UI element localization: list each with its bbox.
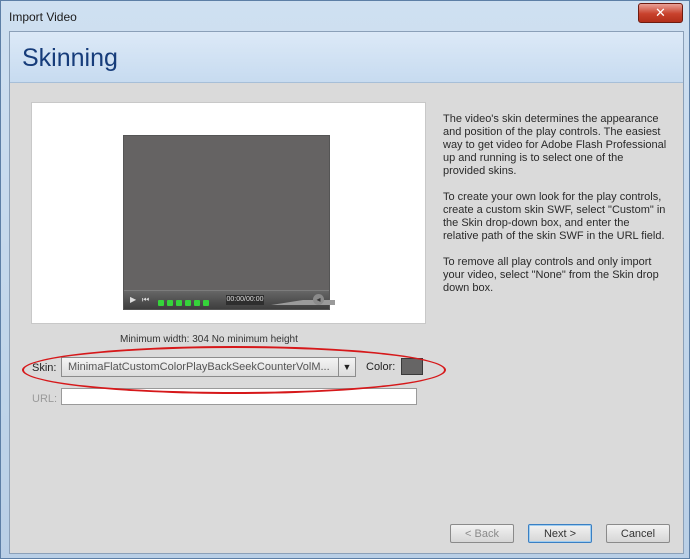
chevron-down-icon[interactable]: ▼ <box>338 358 355 376</box>
rewind-icon: ⏮ <box>142 295 150 304</box>
time-counter: 00:00/00:00 <box>226 295 264 305</box>
back-button[interactable]: < Back <box>450 524 514 543</box>
skin-dropdown[interactable]: MinimaFlatCustomColorPlayBackSeekCounter… <box>61 357 356 377</box>
description-paragraph-1: The video's skin determines the appearan… <box>443 113 667 177</box>
playback-controls: ▶ ⏮ 00:00/00:00 ◂ <box>124 290 335 309</box>
seek-dot <box>158 300 164 306</box>
color-picker[interactable] <box>401 358 423 375</box>
close-icon: ✕ <box>655 5 666 20</box>
close-button[interactable]: ✕ <box>638 3 683 23</box>
description-paragraph-2: To create your own look for the play con… <box>443 191 666 242</box>
import-video-window: Import Video ✕ Skinning ▶ ⏮ 00:00/00:00 … <box>0 0 690 559</box>
seek-dot <box>167 300 173 306</box>
skin-label: Skin: <box>32 362 57 374</box>
url-label: URL: <box>32 393 58 405</box>
next-button[interactable]: Next > <box>528 524 592 543</box>
skin-selected-value: MinimaFlatCustomColorPlayBackSeekCounter… <box>68 361 330 373</box>
seek-bar <box>158 297 212 306</box>
url-input[interactable] <box>61 388 417 405</box>
description-paragraph-3: To remove all play controls and only imp… <box>443 256 659 294</box>
title-bar[interactable]: Import Video ✕ <box>1 1 689 31</box>
page-title: Skinning <box>22 44 118 72</box>
speaker-icon: ◂ <box>313 294 324 305</box>
seek-dot <box>176 300 182 306</box>
volume-bar <box>271 300 335 305</box>
color-label: Color: <box>366 361 396 373</box>
cancel-button[interactable]: Cancel <box>606 524 670 543</box>
skin-description: The video's skin determines the appearan… <box>443 113 667 308</box>
seek-dot <box>185 300 191 306</box>
seek-dot <box>194 300 200 306</box>
skin-preview: ▶ ⏮ 00:00/00:00 ◂ <box>31 102 426 324</box>
window-title: Import Video <box>9 10 77 24</box>
video-preview: ▶ ⏮ 00:00/00:00 ◂ <box>123 135 335 310</box>
minimum-dimensions-text: Minimum width: 304 No minimum height <box>120 334 298 345</box>
dialog-client-area: Skinning ▶ ⏮ 00:00/00:00 ◂ Minimum width… <box>9 31 684 554</box>
page-header: Skinning <box>10 32 683 83</box>
seek-dot <box>203 300 209 306</box>
play-icon: ▶ <box>130 295 137 304</box>
